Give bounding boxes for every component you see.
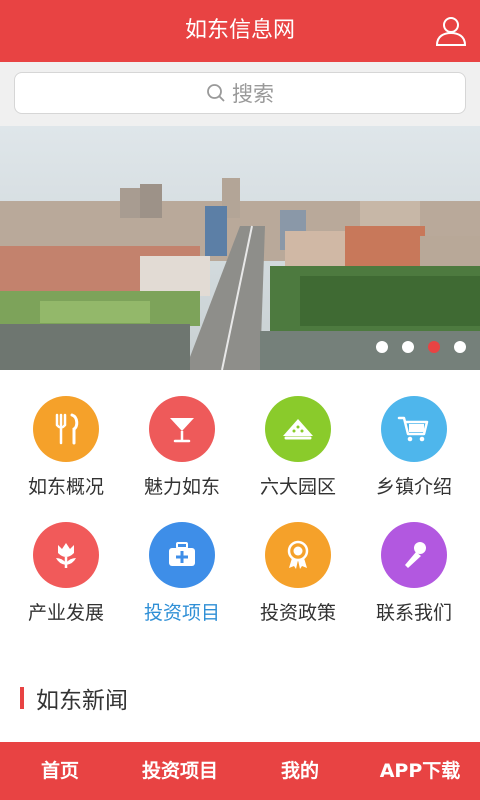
- section-marker: [20, 687, 24, 709]
- grid-label: 魅力如东: [143, 476, 220, 498]
- grid-item-overview[interactable]: 如东概况: [6, 370, 126, 500]
- microphone-icon: [381, 522, 447, 588]
- grid-label: 如东概况: [27, 476, 104, 498]
- search-placeholder: 搜索: [232, 82, 274, 106]
- category-grid: 如东概况 魅力如东 六大园区 乡镇介绍 产业发展 投资项目 投资政策 联系我们: [0, 370, 480, 636]
- grid-item-contact[interactable]: 联系我们: [354, 496, 474, 626]
- grid-item-industry[interactable]: 产业发展: [6, 496, 126, 626]
- grid-label: 产业发展: [27, 602, 104, 624]
- page-title: 如东信息网: [184, 18, 295, 43]
- grid-label: 联系我们: [375, 602, 452, 624]
- banner-image: [0, 126, 480, 370]
- fork-knife-icon: [33, 396, 99, 462]
- nav-mine[interactable]: 我的: [240, 742, 360, 800]
- grid-item-charm[interactable]: 魅力如东: [122, 370, 242, 500]
- nav-home[interactable]: 首页: [0, 742, 120, 800]
- grid-item-projects[interactable]: 投资项目: [122, 496, 242, 626]
- carousel-dot[interactable]: [454, 341, 466, 353]
- nav-app-download[interactable]: APP下载: [360, 742, 480, 800]
- carousel-dot[interactable]: [402, 341, 414, 353]
- carousel-dot[interactable]: [376, 341, 388, 353]
- medal-icon: [265, 522, 331, 588]
- nav-projects[interactable]: 投资项目: [120, 742, 240, 800]
- grid-item-towns[interactable]: 乡镇介绍: [354, 370, 474, 500]
- grid-label: 乡镇介绍: [375, 476, 452, 498]
- news-section-title: 如东新闻: [20, 682, 128, 714]
- banner-carousel[interactable]: [0, 126, 480, 370]
- grid-item-parks[interactable]: 六大园区: [238, 370, 358, 500]
- watermelon-icon: [265, 396, 331, 462]
- grid-label: 投资政策: [259, 602, 336, 624]
- medical-kit-icon: [149, 522, 215, 588]
- grid-label: 投资项目: [143, 602, 220, 624]
- carousel-dot-active[interactable]: [428, 341, 440, 353]
- shopping-cart-icon: [381, 396, 447, 462]
- search-area: 搜索: [0, 62, 480, 126]
- bottom-navigation: 首页 投资项目 我的 APP下载: [0, 742, 480, 800]
- user-icon[interactable]: [434, 14, 468, 48]
- grid-item-policy[interactable]: 投资政策: [238, 496, 358, 626]
- search-input[interactable]: 搜索: [14, 72, 466, 114]
- news-title-text: 如东新闻: [36, 688, 128, 714]
- search-icon: [207, 84, 225, 102]
- carousel-dots: [376, 341, 466, 353]
- tulip-icon: [33, 522, 99, 588]
- grid-label: 六大园区: [259, 476, 336, 498]
- cocktail-glass-icon: [149, 396, 215, 462]
- top-bar: 如东信息网: [0, 0, 480, 62]
